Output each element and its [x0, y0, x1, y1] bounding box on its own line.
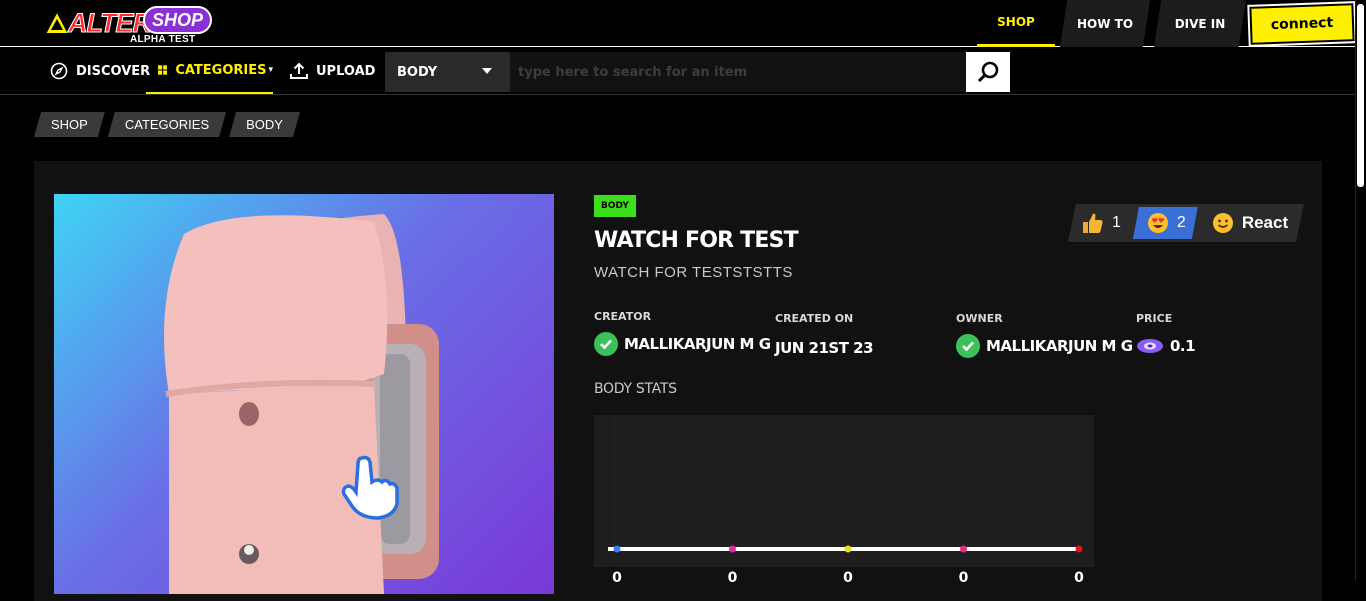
reactions-bar: 1 2 React	[1068, 204, 1304, 242]
product-subtitle: WATCH FOR TESTSTSTTS	[594, 264, 793, 281]
verified-check-icon	[956, 334, 980, 358]
stat-value-0: 0	[612, 570, 622, 586]
owner-name: MALLIKARJUN M G	[986, 337, 1133, 355]
currency-icon	[1137, 339, 1163, 353]
creator-name: MALLIKARJUN M G	[624, 335, 771, 353]
created-on-label: CREATED ON	[775, 312, 854, 325]
compass-icon	[50, 62, 68, 80]
scrollbar[interactable]	[1355, 0, 1366, 581]
logo-triangle-icon	[44, 10, 70, 35]
stat-point-2	[844, 545, 852, 553]
owner-value[interactable]: MALLIKARJUN M G	[956, 334, 1133, 358]
body-stats-label: BODY STATS	[594, 381, 677, 397]
category-dropdown-value: BODY	[397, 64, 438, 80]
react-label: React	[1241, 213, 1289, 232]
like-count: 1	[1112, 214, 1121, 231]
stat-point-1	[729, 545, 736, 553]
nav-shop[interactable]: SHOP	[977, 0, 1055, 47]
creator-value[interactable]: MALLIKARJUN M G	[594, 332, 771, 356]
nav-discover-label: DISCOVER	[76, 63, 151, 79]
breadcrumb-shop[interactable]: SHOP	[34, 112, 105, 137]
nav-dive-in[interactable]: DIVE IN	[1154, 0, 1246, 47]
top-bar: ALTER SHOP ALPHA TEST SHOP HOW TO DIVE I…	[0, 0, 1355, 47]
stat-point-3	[960, 545, 967, 553]
search-button[interactable]	[966, 52, 1010, 92]
owner-label: OWNER	[956, 312, 1003, 325]
stat-value-1: 0	[727, 570, 738, 586]
love-count: 2	[1176, 214, 1186, 231]
nav-categories[interactable]: CATEGORIES ▾	[146, 48, 273, 94]
nav-upload-label: UPLOAD	[316, 63, 376, 79]
caret-down-icon: ▾	[268, 65, 273, 75]
search-input[interactable]	[510, 52, 966, 92]
breadcrumb-body[interactable]: BODY	[229, 112, 300, 137]
price-label: PRICE	[1136, 312, 1173, 325]
breadcrumb: SHOP CATEGORIES BODY	[34, 112, 300, 137]
category-badge: BODY	[594, 195, 636, 217]
chevron-down-icon	[482, 68, 492, 74]
product-title: WATCH FOR TEST	[594, 228, 799, 253]
price-amount: 0.1	[1170, 337, 1196, 355]
stat-point-4	[1075, 545, 1083, 553]
heart-eyes-icon	[1147, 212, 1169, 234]
nav-categories-label: CATEGORIES	[175, 62, 267, 78]
smiley-icon	[1212, 212, 1234, 234]
logo-shop-text: SHOP	[143, 6, 213, 34]
search-icon	[977, 61, 999, 83]
stat-value-3: 0	[958, 570, 969, 586]
thumbs-up-icon	[1082, 212, 1104, 234]
nav-discover[interactable]: DISCOVER	[50, 48, 150, 94]
created-on-value: JUN 21ST 23	[775, 339, 874, 357]
nav-upload[interactable]: UPLOAD	[290, 48, 375, 94]
nav-how-to[interactable]: HOW TO	[1060, 0, 1150, 47]
scrollbar-thumb[interactable]	[1357, 4, 1364, 187]
upload-icon	[290, 62, 308, 79]
breadcrumb-categories[interactable]: CATEGORIES	[108, 112, 226, 137]
like-reaction-button[interactable]: 1	[1068, 207, 1133, 239]
add-reaction-button[interactable]: React	[1198, 207, 1300, 239]
product-image[interactable]	[54, 194, 554, 594]
logo-alpha-tag: ALPHA TEST	[130, 34, 196, 45]
category-dropdown[interactable]: BODY	[385, 52, 510, 92]
secondary-nav: DISCOVER CATEGORIES ▾ UPLOAD BODY	[0, 48, 1355, 95]
creator-label: CREATOR	[594, 310, 652, 323]
watch-illustration	[164, 214, 439, 594]
love-reaction-button[interactable]: 2	[1133, 207, 1198, 239]
stat-value-4: 0	[1074, 570, 1084, 586]
logo[interactable]: ALTER SHOP ALPHA TEST	[44, 6, 213, 46]
body-stats-plot	[608, 415, 1083, 565]
grid-icon	[158, 65, 168, 75]
stat-point-0	[613, 545, 621, 553]
price-value: 0.1	[1136, 336, 1196, 356]
stat-value-2: 0	[843, 570, 853, 586]
body-stats-chart	[594, 415, 1094, 567]
connect-button[interactable]: connect	[1249, 3, 1355, 45]
verified-check-icon	[594, 332, 618, 356]
